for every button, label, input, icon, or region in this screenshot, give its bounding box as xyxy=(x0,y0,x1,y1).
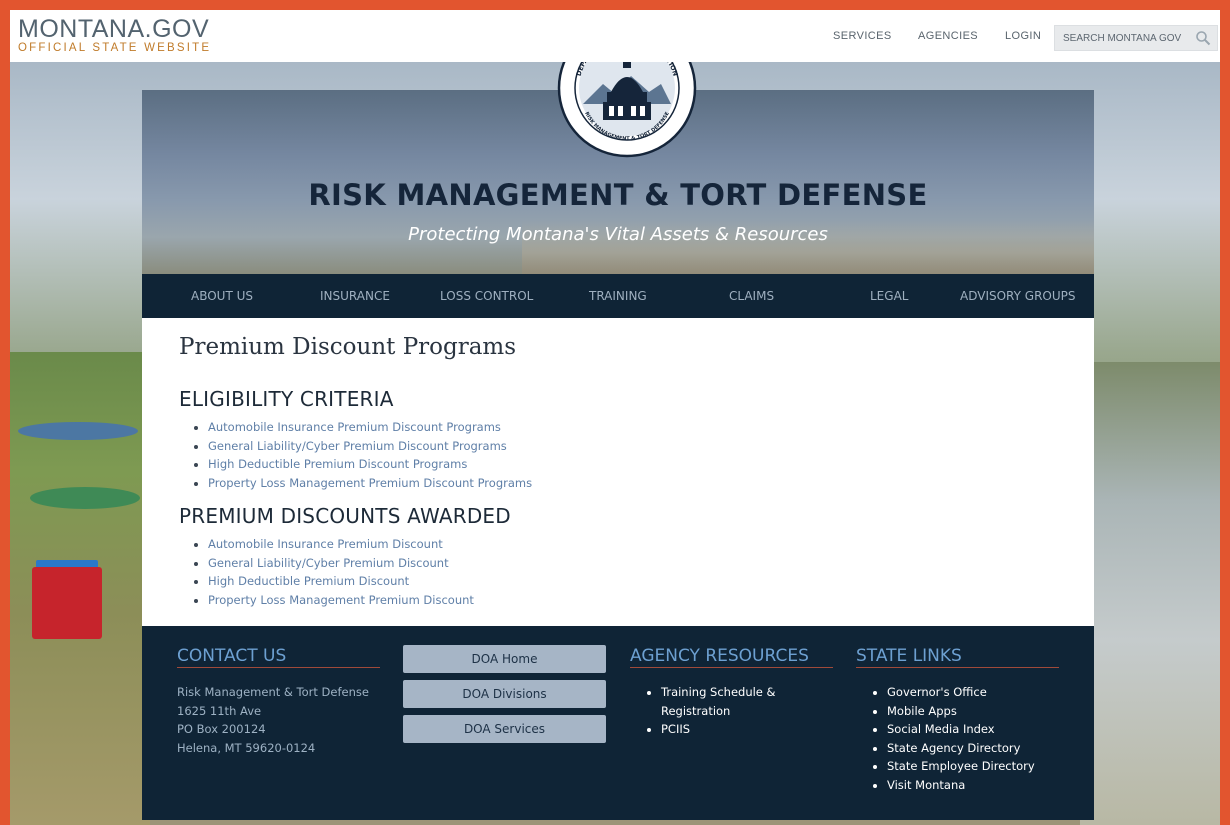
link-state-employee-directory[interactable]: State Employee Directory xyxy=(887,757,1035,776)
nav-claims[interactable]: CLAIMS xyxy=(729,289,774,303)
page-title: Premium Discount Programs xyxy=(179,334,517,360)
link-auto-discount-programs[interactable]: Automobile Insurance Premium Discount Pr… xyxy=(208,418,532,437)
agency-resources-heading: AGENCY RESOURCES xyxy=(630,646,833,668)
contact-line: Risk Management & Tort Defense xyxy=(177,685,369,699)
search-icon[interactable] xyxy=(1195,30,1211,46)
brand-subtitle: OFFICIAL STATE WEBSITE xyxy=(18,42,212,54)
nav-legal[interactable]: LEGAL xyxy=(870,289,908,303)
main-panel: RISK MANAGEMENT & TORT DEFENSE Protectin… xyxy=(142,18,1094,820)
canoe-image xyxy=(18,422,138,440)
nav-training[interactable]: TRAINING xyxy=(589,289,647,303)
contact-line: 1625 11th Ave xyxy=(177,703,262,718)
link-governors-office[interactable]: Governor's Office xyxy=(887,683,1035,702)
contact-address: Risk Management & Tort Defense 1625 11th… xyxy=(177,683,369,757)
link-deductible-discount[interactable]: High Deductible Premium Discount xyxy=(208,572,474,591)
doa-home-button[interactable]: DOA Home xyxy=(403,645,606,673)
agency-resources-list: Training Schedule & Registration PCIIS xyxy=(647,683,811,739)
search-input[interactable]: SEARCH MONTANA GOV xyxy=(1054,25,1218,51)
link-visit-montana[interactable]: Visit Montana xyxy=(887,776,1035,795)
discounts-awarded-list: Automobile Insurance Premium Discount Ge… xyxy=(194,535,474,609)
eligibility-heading: ELIGIBILITY CRITERIA xyxy=(179,387,394,411)
state-links-list: Governor's Office Mobile Apps Social Med… xyxy=(873,683,1035,794)
link-liability-discount[interactable]: General Liability/Cyber Premium Discount xyxy=(208,554,474,573)
main-navigation: ABOUT US INSURANCE LOSS CONTROL TRAINING… xyxy=(142,274,1094,318)
topnav-login[interactable]: LOGIN xyxy=(1005,30,1041,42)
agency-title: RISK MANAGEMENT & TORT DEFENSE xyxy=(308,178,928,212)
contact-line: PO Box 200124 xyxy=(177,722,266,736)
doa-divisions-button[interactable]: DOA Divisions xyxy=(403,680,606,708)
contact-us-heading: CONTACT US xyxy=(177,646,380,668)
link-liability-discount-programs[interactable]: General Liability/Cyber Premium Discount… xyxy=(208,437,532,456)
contact-line: Helena, MT 59620-0124 xyxy=(177,740,316,755)
link-training-schedule[interactable]: Training Schedule & Registration xyxy=(661,683,811,720)
topnav-services[interactable]: SERVICES xyxy=(833,30,892,42)
river-image xyxy=(1080,362,1220,825)
link-mobile-apps[interactable]: Mobile Apps xyxy=(887,702,1035,721)
doa-services-button[interactable]: DOA Services xyxy=(403,715,606,743)
link-pciis[interactable]: PCIIS xyxy=(661,720,811,739)
nav-insurance[interactable]: INSURANCE xyxy=(320,289,390,303)
link-state-agency-directory[interactable]: State Agency Directory xyxy=(887,739,1035,758)
discounts-awarded-heading: PREMIUM DISCOUNTS AWARDED xyxy=(179,504,511,528)
topnav-agencies[interactable]: AGENCIES xyxy=(918,30,978,42)
link-deductible-discount-programs[interactable]: High Deductible Premium Discount Program… xyxy=(208,455,532,474)
state-links-heading: STATE LINKS xyxy=(856,646,1059,668)
brand-name: MONTANA.GOV xyxy=(18,15,210,43)
link-auto-discount[interactable]: Automobile Insurance Premium Discount xyxy=(208,535,474,554)
link-property-discount[interactable]: Property Loss Management Premium Discoun… xyxy=(208,591,474,610)
search-placeholder: SEARCH MONTANA GOV xyxy=(1063,33,1182,44)
cooler-image xyxy=(32,567,102,639)
link-property-discount-programs[interactable]: Property Loss Management Premium Discoun… xyxy=(208,474,532,493)
nav-loss-control[interactable]: LOSS CONTROL xyxy=(440,289,533,303)
content-area: Premium Discount Programs ELIGIBILITY CR… xyxy=(142,318,1094,626)
canoe-image xyxy=(30,487,140,509)
nav-advisory-groups[interactable]: ADVISORY GROUPS xyxy=(960,289,1075,303)
eligibility-list: Automobile Insurance Premium Discount Pr… xyxy=(194,418,532,492)
top-bar: MONTANA.GOV OFFICIAL STATE WEBSITE SERVI… xyxy=(10,10,1220,62)
page-frame: MONTANA.GOV OFFICIAL STATE WEBSITE SERVI… xyxy=(10,10,1220,825)
nav-about-us[interactable]: ABOUT US xyxy=(191,289,253,303)
footer: CONTACT US Risk Management & Tort Defens… xyxy=(142,626,1094,820)
agency-tagline: Protecting Montana's Vital Assets & Reso… xyxy=(408,224,828,245)
montana-gov-logo[interactable]: MONTANA.GOV OFFICIAL STATE WEBSITE xyxy=(18,16,211,55)
link-social-media-index[interactable]: Social Media Index xyxy=(887,720,1035,739)
